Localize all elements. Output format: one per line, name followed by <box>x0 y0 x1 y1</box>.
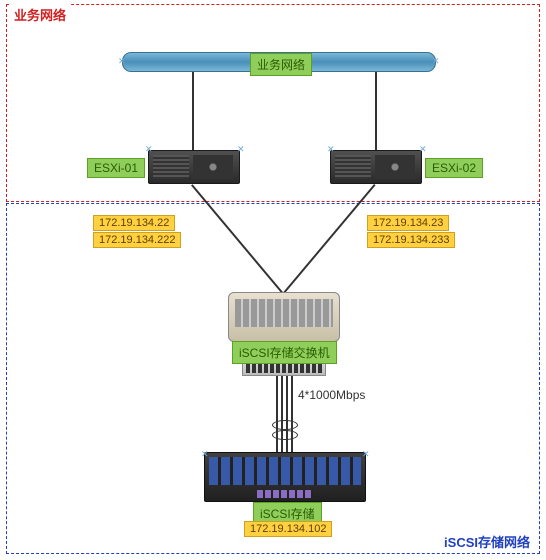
esxi02-server <box>330 150 422 184</box>
handle-icon: ✕ <box>237 145 246 154</box>
iscsi-zone-label: iSCSI存储网络 <box>440 531 534 552</box>
link-bar-to-esxi01 <box>192 72 194 150</box>
trunk-ring-2 <box>272 430 298 440</box>
handle-icon: ✕ <box>432 57 441 66</box>
business-zone-label: 业务网络 <box>10 4 70 25</box>
trunk-line-1 <box>276 376 278 452</box>
esxi01-label: ESXi-01 <box>87 158 145 178</box>
iscsi-switch-label: iSCSI存储交换机 <box>232 341 337 364</box>
trunk-line-4 <box>291 376 293 452</box>
esxi01-server <box>148 150 240 184</box>
iscsi-storage <box>204 452 366 502</box>
business-network-label: 业务网络 <box>250 53 312 76</box>
trunk-line-3 <box>286 376 288 452</box>
handle-icon: ✕ <box>145 145 154 154</box>
esxi01-ip1: 172.19.134.22 <box>93 215 175 231</box>
trunk-label: 4*1000Mbps <box>298 388 365 402</box>
diagram-canvas: 业务网络 iSCSI存储网络 业务网络 ESXi-01 172.19.134.2… <box>0 0 546 560</box>
trunk-line-2 <box>281 376 283 452</box>
link-bar-to-esxi02 <box>375 72 377 150</box>
handle-icon: ✕ <box>327 145 336 154</box>
iscsi-switch <box>228 292 340 342</box>
esxi02-ip1: 172.19.134.23 <box>367 215 449 231</box>
esxi02-ip2: 172.19.134.233 <box>367 232 455 248</box>
esxi01-ip2: 172.19.134.222 <box>93 232 181 248</box>
esxi02-label: ESXi-02 <box>425 158 483 178</box>
iscsi-storage-ip: 172.19.134.102 <box>244 521 332 537</box>
trunk-ring-1 <box>272 420 298 430</box>
handle-icon: ✕ <box>362 450 371 459</box>
handle-icon: ✕ <box>118 57 127 66</box>
handle-icon: ✕ <box>201 450 210 459</box>
handle-icon: ✕ <box>419 145 428 154</box>
